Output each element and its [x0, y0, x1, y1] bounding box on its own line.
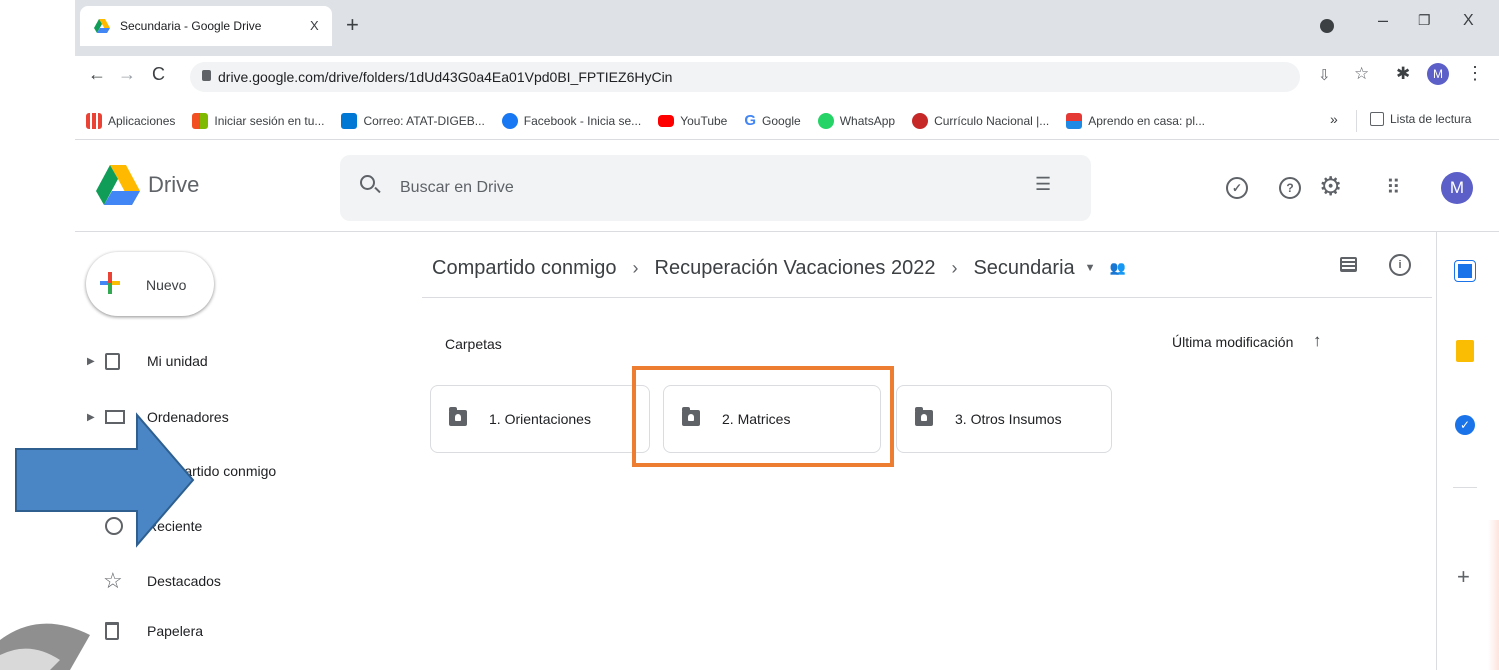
shared-folder-icon: [915, 407, 933, 426]
bookmark-item[interactable]: Aplicaciones: [86, 112, 175, 129]
annotation-arrow: [15, 412, 195, 548]
google-g-icon: G: [744, 112, 757, 129]
nav-trash[interactable]: Papelera: [75, 611, 345, 651]
tasks-icon[interactable]: ✓: [1455, 415, 1475, 435]
chevron-right-icon: ›: [632, 257, 639, 278]
bookmarks-list: Aplicaciones Iniciar sesión en tu... Cor…: [86, 112, 1205, 129]
bookmarks-divider: [1356, 110, 1357, 132]
nav-starred[interactable]: ☆ Destacados: [75, 561, 345, 601]
reading-list-button[interactable]: Lista de lectura: [1370, 112, 1471, 126]
url-text: drive.google.com/drive/folders/1dUd43G0a…: [218, 69, 673, 85]
highlight-box: [632, 366, 894, 467]
panel-divider: [1453, 487, 1477, 488]
maximize-button[interactable]: ❐: [1418, 12, 1431, 29]
bookmark-item[interactable]: YouTube: [658, 112, 727, 129]
shared-folder-icon: [449, 407, 467, 426]
expand-triangle-icon[interactable]: ▶: [87, 356, 95, 367]
settings-gear-icon[interactable]: ⚙: [1319, 171, 1342, 202]
folder-card[interactable]: 3. Otros Insumos: [896, 385, 1112, 453]
panel-edge-decoration: [1488, 520, 1499, 670]
lock-icon: [202, 70, 211, 81]
sort-direction-icon[interactable]: ↑: [1313, 331, 1322, 351]
star-outline-icon: ☆: [103, 568, 123, 593]
back-arrow-icon[interactable]: ←: [88, 64, 106, 85]
sort-label[interactable]: Última modificación: [1172, 334, 1293, 350]
help-icon[interactable]: ?: [1279, 177, 1301, 199]
drive-logo-text[interactable]: Drive: [148, 172, 199, 198]
folders-section-label: Carpetas: [445, 336, 502, 352]
tab-search-icon[interactable]: [1320, 19, 1334, 33]
whatsapp-icon: [817, 112, 834, 129]
search-icon[interactable]: [360, 175, 375, 190]
plus-icon-vertical: [108, 272, 112, 294]
tab-title: Secundaria - Google Drive: [120, 19, 262, 33]
address-bar[interactable]: drive.google.com/drive/folders/1dUd43G0a…: [190, 62, 1300, 92]
minedu-seal-icon: [912, 112, 929, 129]
reload-icon[interactable]: C: [152, 64, 165, 85]
minimize-button[interactable]: –: [1378, 10, 1388, 31]
reading-list-icon: [1370, 112, 1384, 126]
extensions-icon[interactable]: ✱: [1396, 64, 1410, 84]
install-icon[interactable]: ⇩: [1318, 66, 1331, 84]
account-avatar[interactable]: M: [1441, 172, 1473, 204]
new-tab-button[interactable]: +: [346, 12, 359, 38]
bookmark-item[interactable]: G Google: [744, 112, 800, 129]
aprendo-icon: [1066, 112, 1083, 129]
youtube-icon: [658, 114, 675, 127]
list-view-icon[interactable]: [1340, 257, 1357, 272]
browser-tab[interactable]: Secundaria - Google Drive X: [80, 6, 332, 46]
google-apps-icon[interactable]: ⠿: [1386, 175, 1401, 200]
calendar-icon[interactable]: [1454, 260, 1476, 282]
breadcrumb-current[interactable]: Secundaria: [973, 257, 1074, 280]
apps-grid-icon: [86, 112, 102, 129]
add-addon-button[interactable]: +: [1457, 564, 1470, 590]
bookmark-item[interactable]: Iniciar sesión en tu...: [192, 112, 324, 129]
profile-avatar[interactable]: M: [1427, 63, 1449, 85]
breadcrumb-item[interactable]: Recuperación Vacaciones 2022: [655, 257, 936, 280]
search-options-icon[interactable]: ☰: [1035, 174, 1051, 195]
bookmark-item[interactable]: Currículo Nacional |...: [912, 112, 1049, 129]
tab-close-icon[interactable]: X: [310, 18, 319, 33]
outlook-icon: [341, 112, 358, 129]
search-icon-handle: [374, 186, 381, 194]
keep-icon[interactable]: [1456, 340, 1474, 362]
close-window-button[interactable]: X: [1463, 12, 1474, 30]
microsoft-icon: [192, 112, 209, 129]
forward-arrow-icon[interactable]: →: [118, 64, 136, 85]
breadcrumb: Compartido conmigo › Recuperación Vacaci…: [432, 250, 1126, 286]
search-input[interactable]: Buscar en Drive: [400, 179, 514, 197]
nav-my-drive[interactable]: ▶ Mi unidad: [75, 341, 345, 381]
breadcrumb-item[interactable]: Compartido conmigo: [432, 257, 617, 280]
bookmark-item[interactable]: Facebook - Inicia se...: [501, 112, 641, 129]
star-icon[interactable]: ☆: [1354, 64, 1369, 84]
my-drive-icon: [105, 352, 120, 370]
drive-logo-icon[interactable]: [96, 165, 140, 205]
more-bookmarks-button[interactable]: »: [1330, 111, 1338, 127]
search-bar[interactable]: Buscar en Drive ☰: [340, 155, 1091, 221]
dropdown-arrow-icon[interactable]: ▼: [1085, 262, 1096, 274]
trash-icon: [105, 622, 119, 640]
offline-ready-icon[interactable]: ✓: [1226, 177, 1248, 199]
shared-folder-icon: 👥: [1109, 260, 1126, 275]
bookmark-item[interactable]: WhatsApp: [817, 112, 895, 129]
menu-dots-icon[interactable]: ⋮: [1466, 63, 1484, 84]
content-divider: [422, 297, 1432, 298]
folder-card[interactable]: 1. Orientaciones: [430, 385, 650, 453]
new-button-label: Nuevo: [146, 277, 187, 293]
bookmark-item[interactable]: Aprendo en casa: pl...: [1066, 112, 1205, 129]
facebook-icon: [501, 112, 518, 129]
chevron-right-icon: ›: [951, 257, 958, 278]
drive-favicon-icon: [94, 19, 110, 33]
new-button[interactable]: Nuevo: [86, 252, 214, 316]
info-icon[interactable]: i: [1389, 254, 1411, 276]
bookmark-item[interactable]: Correo: ATAT-DIGEB...: [341, 112, 485, 129]
